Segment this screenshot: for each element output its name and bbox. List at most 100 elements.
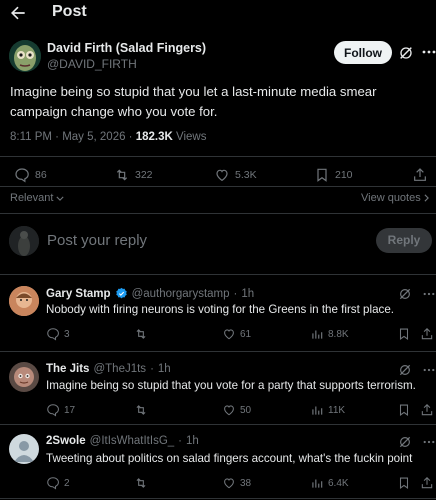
reply-count: 3: [64, 328, 70, 340]
reply-action-bar: 3 61 8.8K: [0, 326, 436, 342]
like-count: 5.3K: [235, 169, 257, 181]
like-action[interactable]: 5.3K: [214, 165, 257, 185]
views-action[interactable]: 11K: [310, 402, 345, 418]
more-icon[interactable]: [423, 440, 435, 446]
reply-icon: [46, 327, 60, 341]
chevron-right-icon: [424, 194, 429, 202]
divider: [0, 498, 436, 499]
repost-action[interactable]: [134, 402, 152, 418]
separator-dot: ·: [178, 435, 183, 447]
author-avatar[interactable]: [9, 40, 41, 72]
reply-handle[interactable]: @TheJ1ts: [93, 363, 146, 375]
repost-icon: [134, 403, 148, 417]
reply-text: Nobody with firing neurons is voting for…: [46, 303, 394, 316]
chevron-down-icon: [56, 196, 65, 201]
reply-action[interactable]: 17: [46, 402, 75, 418]
divider: [0, 156, 436, 157]
post-timestamp[interactable]: 8:11 PM · May 5, 2026 ·: [10, 131, 136, 143]
reply-icon: [46, 403, 60, 417]
bookmark-icon[interactable]: [397, 475, 411, 491]
reply-avatar[interactable]: [9, 286, 39, 316]
grok-icon[interactable]: [398, 287, 412, 301]
reply-author-name[interactable]: The Jits: [46, 363, 89, 375]
page-title: Post: [52, 3, 87, 20]
more-icon[interactable]: [423, 368, 435, 374]
bookmark-action[interactable]: 210: [314, 165, 353, 185]
post-views-label: Views: [172, 131, 207, 143]
reply-text: Tweeting about politics on salad fingers…: [46, 452, 413, 465]
separator-dot: ·: [233, 287, 238, 300]
reply-input[interactable]: [47, 229, 347, 251]
like-count: 50: [240, 404, 252, 416]
repost-icon: [134, 476, 148, 490]
like-action[interactable]: 61: [222, 326, 251, 342]
post-text: Imagine being so stupid that you let a l…: [10, 84, 377, 119]
reply-button[interactable]: Reply: [376, 228, 432, 253]
sort-label: Relevant: [10, 192, 54, 204]
reply-time[interactable]: 1h: [186, 435, 199, 447]
views-icon: [310, 327, 324, 341]
views-icon: [310, 476, 324, 490]
repost-action[interactable]: [134, 326, 152, 342]
repost-icon: [114, 167, 130, 183]
share-icon[interactable]: [412, 165, 428, 185]
repost-icon: [134, 327, 148, 341]
views-icon: [310, 403, 324, 417]
like-action[interactable]: 38: [222, 475, 251, 491]
follow-button[interactable]: Follow: [334, 41, 392, 64]
views-action[interactable]: 6.4K: [310, 475, 349, 491]
grok-icon[interactable]: [398, 363, 412, 377]
reply-item[interactable]: 2Swole @ItIsWhatItIsG_ · 1h Tweeting abo…: [0, 425, 436, 500]
bookmark-icon[interactable]: [397, 402, 411, 418]
repost-action[interactable]: 322: [114, 165, 153, 185]
my-avatar[interactable]: [9, 226, 39, 256]
more-icon[interactable]: [422, 50, 436, 58]
verified-badge-icon: [115, 287, 128, 300]
sort-dropdown[interactable]: Relevant: [10, 192, 65, 204]
like-icon: [222, 403, 236, 417]
reply-author-name[interactable]: 2Swole: [46, 435, 86, 447]
divider: [0, 213, 436, 214]
like-icon: [214, 167, 230, 183]
reply-header: Gary Stamp @authorgarystamp · 1h: [46, 287, 254, 300]
more-icon[interactable]: [423, 292, 435, 298]
reply-handle[interactable]: @authorgarystamp: [132, 288, 230, 300]
back-arrow-icon[interactable]: [8, 3, 28, 23]
reply-time[interactable]: 1h: [241, 288, 254, 300]
divider: [0, 186, 436, 187]
bookmark-count: 210: [335, 169, 353, 181]
share-icon[interactable]: [420, 475, 434, 491]
reply-action[interactable]: 2: [46, 475, 70, 491]
share-icon[interactable]: [420, 326, 434, 342]
views-count: 6.4K: [328, 477, 349, 489]
like-count: 61: [240, 328, 252, 340]
view-quotes-label: View quotes: [361, 192, 421, 204]
reply-item[interactable]: Gary Stamp @authorgarystamp · 1h Nobody …: [0, 275, 436, 351]
reply-time[interactable]: 1h: [158, 363, 171, 375]
grok-icon[interactable]: [398, 45, 414, 61]
author-handle[interactable]: @DAVID_FIRTH: [47, 57, 137, 71]
reply-item[interactable]: The Jits @TheJ1ts · 1h Imagine being so …: [0, 352, 436, 426]
reply-header: The Jits @TheJ1ts · 1h: [46, 363, 171, 375]
repost-count: 322: [135, 169, 153, 181]
bookmark-icon: [314, 167, 330, 183]
reply-action[interactable]: 3: [46, 326, 70, 342]
share-icon[interactable]: [420, 402, 434, 418]
reply-action-bar: 2 38 6.4K: [0, 475, 436, 491]
reply-avatar[interactable]: [9, 434, 39, 464]
author-name[interactable]: David Firth (Salad Fingers): [47, 41, 206, 55]
bookmark-icon[interactable]: [397, 326, 411, 342]
reply-icon: [14, 167, 30, 183]
reply-action[interactable]: 86: [14, 165, 47, 185]
reply-avatar[interactable]: [9, 362, 39, 392]
reply-handle[interactable]: @ItIsWhatItIsG_: [90, 435, 175, 447]
views-action[interactable]: 8.8K: [310, 326, 349, 342]
reply-author-name[interactable]: Gary Stamp: [46, 288, 111, 300]
views-count: 11K: [328, 404, 346, 416]
like-action[interactable]: 50: [222, 402, 251, 418]
top-bar: Post: [0, 0, 436, 26]
grok-icon[interactable]: [398, 435, 412, 449]
repost-action[interactable]: [134, 475, 152, 491]
view-quotes-link[interactable]: View quotes: [361, 192, 429, 204]
post-views-count: 182.3K: [135, 131, 173, 143]
